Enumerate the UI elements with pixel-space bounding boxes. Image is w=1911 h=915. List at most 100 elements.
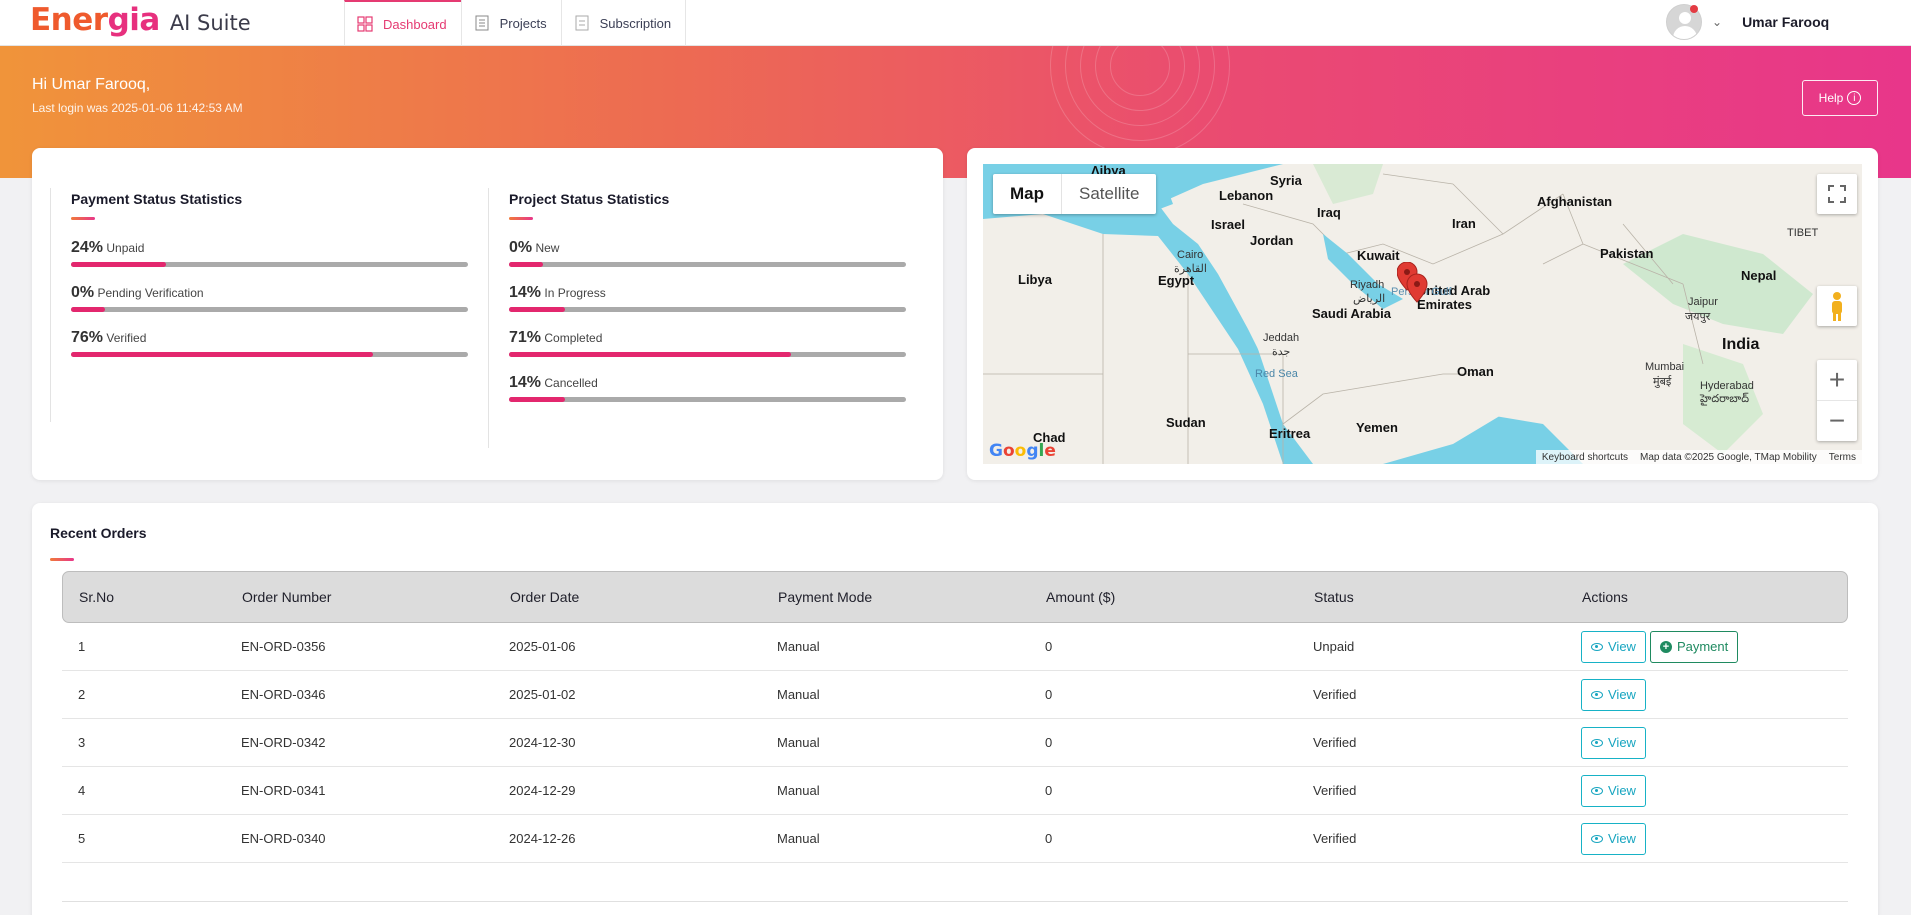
payment-button[interactable]: + Payment bbox=[1649, 630, 1739, 663]
cell-status: Verified bbox=[1313, 687, 1357, 702]
payment-stat-verified: 76% Verified bbox=[71, 329, 470, 357]
cell-sr-no: 5 bbox=[78, 831, 86, 846]
map-label-pakistan: Pakistan bbox=[1600, 246, 1654, 261]
eye-icon bbox=[1591, 738, 1603, 747]
map-data-text: Map data ©2025 Google, TMap Mobility bbox=[1640, 451, 1817, 463]
help-button[interactable]: Help i bbox=[1802, 80, 1878, 116]
map-label-jeddah-ar: جدة bbox=[1272, 346, 1291, 358]
map-view[interactable]: Λibya Syria Lebanon Iraq Israel Jordan I… bbox=[983, 164, 1862, 464]
payment-stats-title: Payment Status Statistics bbox=[71, 191, 243, 207]
view-button[interactable]: View bbox=[1581, 822, 1646, 855]
cell-sr-no: 1 bbox=[78, 639, 86, 654]
map-label-india: India bbox=[1722, 336, 1760, 353]
eye-icon bbox=[1591, 834, 1603, 843]
eye-icon bbox=[1591, 786, 1603, 795]
keyboard-shortcuts-link[interactable]: Keyboard shortcuts bbox=[1542, 452, 1628, 463]
col-amount: Amount ($) bbox=[1046, 589, 1116, 605]
orders-title: Recent Orders bbox=[50, 525, 147, 541]
nav-projects[interactable]: Projects bbox=[460, 0, 561, 46]
stat-label: In Progress bbox=[544, 286, 606, 300]
nav-dashboard-label: Dashboard bbox=[383, 16, 447, 32]
cell-order-number: EN-ORD-0356 bbox=[241, 639, 326, 654]
map-label-hyderabad-te: హైదరాబాద్ bbox=[1700, 393, 1749, 405]
stat-percent: 14% bbox=[509, 284, 542, 301]
stat-label: Cancelled bbox=[544, 376, 598, 390]
cell-actions: View bbox=[1581, 822, 1808, 855]
map-label-jordan: Jordan bbox=[1250, 233, 1294, 248]
recent-orders-card: Recent Orders Sr.No Order Number Order D… bbox=[32, 503, 1878, 915]
dashboard-icon bbox=[357, 16, 373, 32]
map-label-saudi-arabia: Saudi Arabia bbox=[1312, 306, 1391, 321]
cell-sr-no: 2 bbox=[78, 687, 86, 702]
progress-bar-fill bbox=[71, 262, 167, 267]
map-type-satellite-button[interactable]: Satellite bbox=[1062, 174, 1156, 214]
eye-icon bbox=[1591, 642, 1603, 651]
map-label-libya: Libya bbox=[1018, 272, 1052, 287]
user-name: Umar Farooq bbox=[1742, 14, 1830, 30]
zoom-out-button[interactable]: − bbox=[1817, 400, 1857, 440]
help-label: Help bbox=[1818, 91, 1844, 105]
map-label-mumbai-mr: मुंबई bbox=[1653, 376, 1672, 388]
map-label-nepal: Nepal bbox=[1741, 268, 1777, 283]
stat-label: Completed bbox=[544, 331, 603, 345]
stat-percent: 0% bbox=[71, 284, 95, 301]
map-marker[interactable] bbox=[1397, 262, 1437, 314]
view-button[interactable]: View bbox=[1581, 630, 1646, 663]
cell-status: Unpaid bbox=[1313, 639, 1355, 654]
map-label-tibet: TIBET bbox=[1787, 227, 1819, 239]
cell-payment-mode: Manual bbox=[777, 735, 820, 750]
project-stat-completed: 71% Completed bbox=[509, 329, 908, 357]
project-stat-new: 0% New bbox=[509, 239, 908, 267]
map-label-hyderabad: Hyderabad bbox=[1700, 380, 1754, 392]
map-label-oman: Oman bbox=[1457, 364, 1494, 379]
nav-subscription[interactable]: Subscription bbox=[560, 0, 687, 46]
brand-name-part1: Ener bbox=[30, 2, 108, 38]
progress-bar bbox=[509, 397, 906, 402]
progress-bar bbox=[509, 262, 906, 267]
map-attribution: Keyboard shortcuts Map data ©2025 Google… bbox=[1535, 450, 1862, 464]
view-button[interactable]: View bbox=[1581, 774, 1646, 807]
eye-icon bbox=[1591, 690, 1603, 699]
view-button[interactable]: View bbox=[1581, 678, 1646, 711]
map-type-control: Map Satellite bbox=[993, 174, 1157, 214]
map-label-jeddah: Jeddah bbox=[1263, 332, 1300, 344]
col-sr-no: Sr.No bbox=[79, 589, 115, 605]
stat-percent: 24% bbox=[71, 239, 104, 256]
zoom-control: + − bbox=[1817, 360, 1857, 441]
orders-table: Sr.No Order Number Order Date Payment Mo… bbox=[62, 571, 1848, 863]
payment-stat-pending: 0% Pending Verification bbox=[71, 284, 470, 312]
zoom-in-button[interactable]: + bbox=[1817, 360, 1857, 400]
cell-order-number: EN-ORD-0340 bbox=[241, 831, 326, 846]
brand-logo[interactable]: Energia AI Suite bbox=[30, 2, 251, 42]
chevron-down-icon[interactable]: ⌄ bbox=[1712, 15, 1722, 29]
map-label-iraq: Iraq bbox=[1317, 205, 1341, 220]
table-row: 1 EN-ORD-0356 2025-01-06 Manual 0 Unpaid View +… bbox=[62, 623, 1848, 671]
progress-bar bbox=[71, 307, 468, 312]
plus-circle-icon: + bbox=[1659, 640, 1672, 653]
terms-link[interactable]: Terms bbox=[1829, 452, 1856, 463]
map-label-cairo: Cairo bbox=[1177, 249, 1204, 261]
cell-order-date: 2024-12-30 bbox=[509, 735, 576, 750]
map-card: Λibya Syria Lebanon Iraq Israel Jordan I… bbox=[967, 148, 1878, 480]
progress-bar-fill bbox=[71, 307, 105, 312]
stat-label: Unpaid bbox=[106, 241, 145, 255]
cell-order-date: 2024-12-29 bbox=[509, 783, 576, 798]
nav-dashboard[interactable]: Dashboard bbox=[344, 0, 461, 46]
progress-bar bbox=[71, 262, 468, 267]
progress-bar bbox=[71, 352, 468, 357]
street-view-pegman[interactable] bbox=[1817, 286, 1857, 326]
brand-suite: AI Suite bbox=[169, 11, 251, 35]
fullscreen-button[interactable] bbox=[1817, 174, 1857, 214]
cell-status: Verified bbox=[1313, 735, 1357, 750]
map-label-riyadh-ar: الرياض bbox=[1353, 293, 1386, 305]
cell-payment-mode: Manual bbox=[777, 831, 820, 846]
cell-payment-mode: Manual bbox=[777, 687, 820, 702]
view-button[interactable]: View bbox=[1581, 726, 1646, 759]
map-type-map-button[interactable]: Map bbox=[993, 174, 1062, 214]
main-nav: Dashboard Projects Subscription bbox=[344, 0, 687, 46]
last-login-text: Last login was 2025-01-06 11:42:53 AM bbox=[32, 101, 243, 115]
map-label-syria: Syria bbox=[1270, 173, 1302, 188]
payment-label: Payment bbox=[1676, 639, 1729, 654]
title-accent bbox=[71, 217, 95, 220]
map-label-sudan: Sudan bbox=[1166, 415, 1206, 430]
